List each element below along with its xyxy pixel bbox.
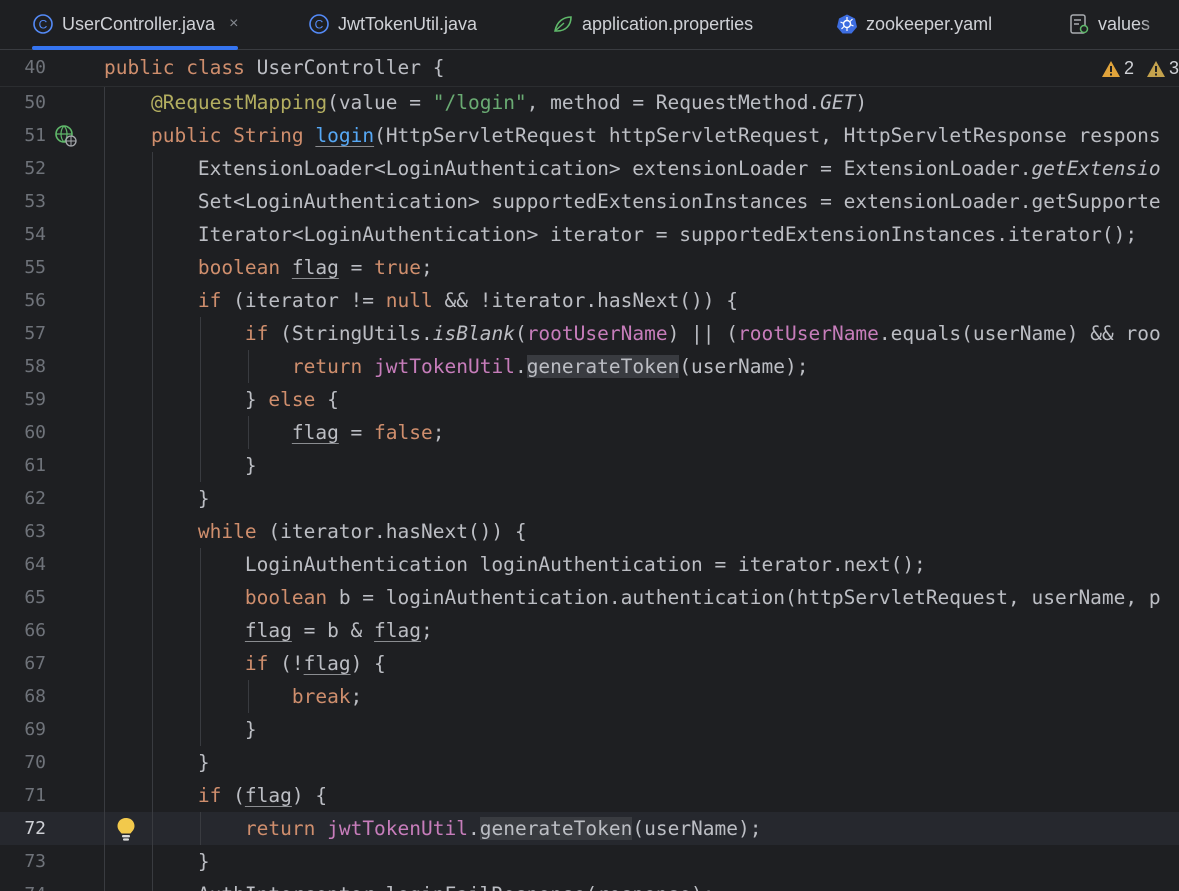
line-number: 62 [24,488,46,509]
code-line[interactable]: } [104,746,210,779]
line-number: 66 [24,620,46,641]
line-number: 60 [24,422,46,443]
code-line[interactable]: @RequestMapping(value = "/login", method… [104,86,867,119]
sticky-code-line[interactable]: public class UserController { [104,50,445,86]
line-number: 68 [24,686,46,707]
line-number: 58 [24,356,46,377]
code-line[interactable]: flag = b & flag; [104,614,433,647]
code-line[interactable]: } [104,449,257,482]
close-tab-button[interactable]: × [229,15,238,33]
tab-overflow-fade [1139,0,1179,48]
warning-count: 2 [1124,58,1135,78]
code-editor[interactable]: 50 51 52 53 54 55 56 57 58 59 60 61 62 6… [0,50,1179,891]
line-number: 52 [24,158,46,179]
java-class-icon: C [32,13,54,35]
code-line[interactable]: LoginAuthentication loginAuthentication … [104,548,926,581]
line-number: 69 [24,719,46,740]
code-line[interactable]: if (iterator != null && !iterator.hasNex… [104,284,738,317]
code-line[interactable]: public String login(HttpServletRequest h… [104,119,1161,152]
weak-warnings-indicator[interactable]: 3 [1146,58,1179,79]
code-line[interactable]: return jwtTokenUtil.generateToken(userNa… [104,812,762,845]
warning-count: 3 [1169,58,1179,78]
code-line[interactable]: return jwtTokenUtil.generateToken(userNa… [104,350,808,383]
kubernetes-icon [836,13,858,35]
warning-icon [1147,60,1165,77]
line-number: 74 [0,878,46,891]
line-number: 59 [24,389,46,410]
code-line[interactable]: } [104,713,257,746]
line-number: 53 [24,191,46,212]
line-number: 73 [24,851,46,872]
editor-tab-bar: C UserController.java × C JwtTokenUtil.j… [0,0,1179,50]
sticky-scope-header[interactable]: 40 public class UserController { 2 3 [0,50,1179,87]
line-number: 70 [24,752,46,773]
code-line[interactable]: if (StringUtils.isBlank(rootUserName) ||… [104,317,1161,350]
tab-jwt-token-util[interactable]: C JwtTokenUtil.java [308,0,477,48]
tab-label: UserController.java [62,13,216,34]
code-line[interactable]: flag = false; [104,416,445,449]
line-number: 71 [24,785,46,806]
line-number: 61 [24,455,46,476]
line-number: 57 [24,323,46,344]
tab-zookeeper-yaml[interactable]: zookeeper.yaml [836,0,992,48]
tab-label: JwtTokenUtil.java [338,13,478,34]
code-line[interactable]: Set<LoginAuthentication> supportedExtens… [104,185,1161,218]
code-line[interactable]: if (flag) { [104,779,327,812]
code-line[interactable]: while (iterator.hasNext()) { [104,515,527,548]
settings-file-icon [1068,13,1090,35]
tab-user-controller[interactable]: C UserController.java × [32,0,239,50]
svg-text:C: C [39,18,48,32]
code-line[interactable]: boolean b = loginAuthentication.authenti… [104,581,1161,614]
line-number: 40 [24,57,46,78]
tab-label: application.properties [582,13,754,34]
code-line[interactable]: if (!flag) { [104,647,386,680]
java-class-icon: C [308,13,330,35]
line-number: 55 [24,257,46,278]
line-number: 54 [24,224,46,245]
code-line[interactable]: ExtensionLoader<LoginAuthentication> ext… [104,152,1161,185]
warning-icon [1102,60,1120,77]
spring-leaf-icon [552,13,574,35]
svg-text:C: C [315,18,324,32]
code-line[interactable]: } [104,482,210,515]
code-line[interactable]: AuthInterceptor.loginFailResponse(respon… [104,878,715,891]
line-number: 65 [24,587,46,608]
line-number: 64 [24,554,46,575]
code-line[interactable]: boolean flag = true; [104,251,433,284]
line-number: 56 [24,290,46,311]
line-number: 51 [24,125,46,146]
code-line[interactable]: } [104,845,210,878]
code-line[interactable]: } else { [104,383,339,416]
line-number: 63 [24,521,46,542]
warnings-indicator[interactable]: 2 [1101,58,1134,79]
line-number: 50 [24,92,46,113]
line-number: 67 [24,653,46,674]
web-endpoint-gutter-icon[interactable] [54,124,78,152]
tab-values[interactable]: values [1068,0,1150,48]
tab-application-properties[interactable]: application.properties [552,0,753,48]
line-number: 72 [24,818,46,839]
code-line[interactable]: break; [104,680,362,713]
code-line[interactable]: Iterator<LoginAuthentication> iterator =… [104,218,1137,251]
tab-label: zookeeper.yaml [866,13,993,34]
